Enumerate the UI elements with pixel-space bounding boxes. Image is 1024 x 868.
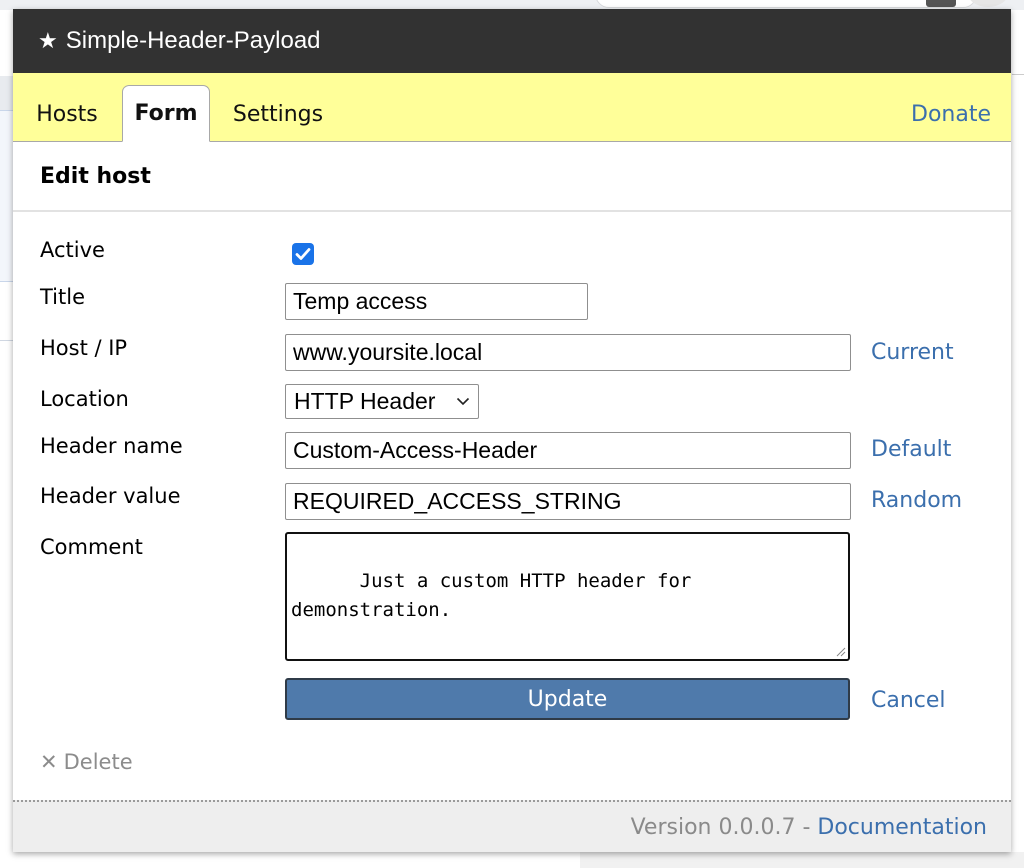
background-page-right-divider	[1012, 74, 1024, 75]
title-label: Title	[40, 285, 86, 309]
location-label: Location	[40, 387, 129, 411]
star-icon: ★	[38, 28, 58, 53]
comment-text: Just a custom HTTP header for demonstrat…	[291, 570, 692, 621]
header-value-input[interactable]: REQUIRED_ACCESS_STRING	[285, 483, 851, 520]
tab-bar: Hosts Form Settings Donate	[13, 73, 1011, 142]
host-input[interactable]: www.yoursite.local	[285, 334, 851, 371]
app-title: Simple-Header-Payload	[65, 27, 321, 54]
header-value-label: Header value	[40, 484, 181, 508]
background-page-band	[0, 76, 14, 110]
location-select-value: HTTP Header	[294, 388, 436, 414]
delete-link[interactable]: ✕ Delete	[40, 750, 133, 774]
documentation-link[interactable]: Documentation	[817, 815, 987, 840]
browser-extension-badge	[926, 0, 956, 7]
comment-label: Comment	[40, 535, 143, 559]
version-text: Version 0.0.0.7 -	[630, 814, 818, 840]
tab-settings[interactable]: Settings	[223, 87, 333, 142]
close-icon: ✕	[40, 750, 58, 774]
update-button[interactable]: Update	[285, 678, 850, 720]
edit-host-form: Active Title Temp access Host / IP www.y…	[13, 212, 1011, 802]
popup-titlebar: ★ Simple-Header-Payload	[13, 9, 1011, 73]
current-host-link[interactable]: Current	[871, 340, 954, 365]
background-page-right	[1012, 10, 1024, 868]
resize-grip-icon[interactable]	[834, 645, 846, 657]
default-header-link[interactable]: Default	[871, 437, 951, 462]
popup-footer: Version 0.0.0.7 - Documentation	[13, 800, 1011, 852]
random-value-link[interactable]: Random	[871, 488, 962, 513]
donate-link[interactable]: Donate	[911, 102, 991, 127]
background-page-bottom	[580, 852, 1024, 868]
background-page-divider	[0, 340, 14, 341]
chevron-down-icon	[456, 397, 470, 406]
active-checkbox[interactable]	[292, 243, 314, 265]
tab-form[interactable]: Form	[122, 85, 210, 142]
cancel-link[interactable]: Cancel	[871, 688, 946, 713]
active-label: Active	[40, 238, 105, 262]
header-name-input[interactable]: Custom-Access-Header	[285, 432, 851, 469]
location-select[interactable]: HTTP Header	[285, 384, 479, 419]
section-title: Edit host	[13, 142, 1011, 212]
header-name-label: Header name	[40, 434, 183, 458]
checkmark-icon	[295, 248, 311, 260]
comment-textarea[interactable]: Just a custom HTTP header for demonstrat…	[285, 532, 850, 661]
delete-label: Delete	[63, 750, 133, 774]
background-page-panel	[0, 110, 14, 282]
title-input[interactable]: Temp access	[285, 283, 588, 320]
browser-address-bar	[595, 0, 977, 8]
tab-hosts[interactable]: Hosts	[25, 87, 109, 142]
extension-popup: ★ Simple-Header-Payload Hosts Form Setti…	[13, 9, 1011, 852]
host-label: Host / IP	[40, 336, 128, 360]
